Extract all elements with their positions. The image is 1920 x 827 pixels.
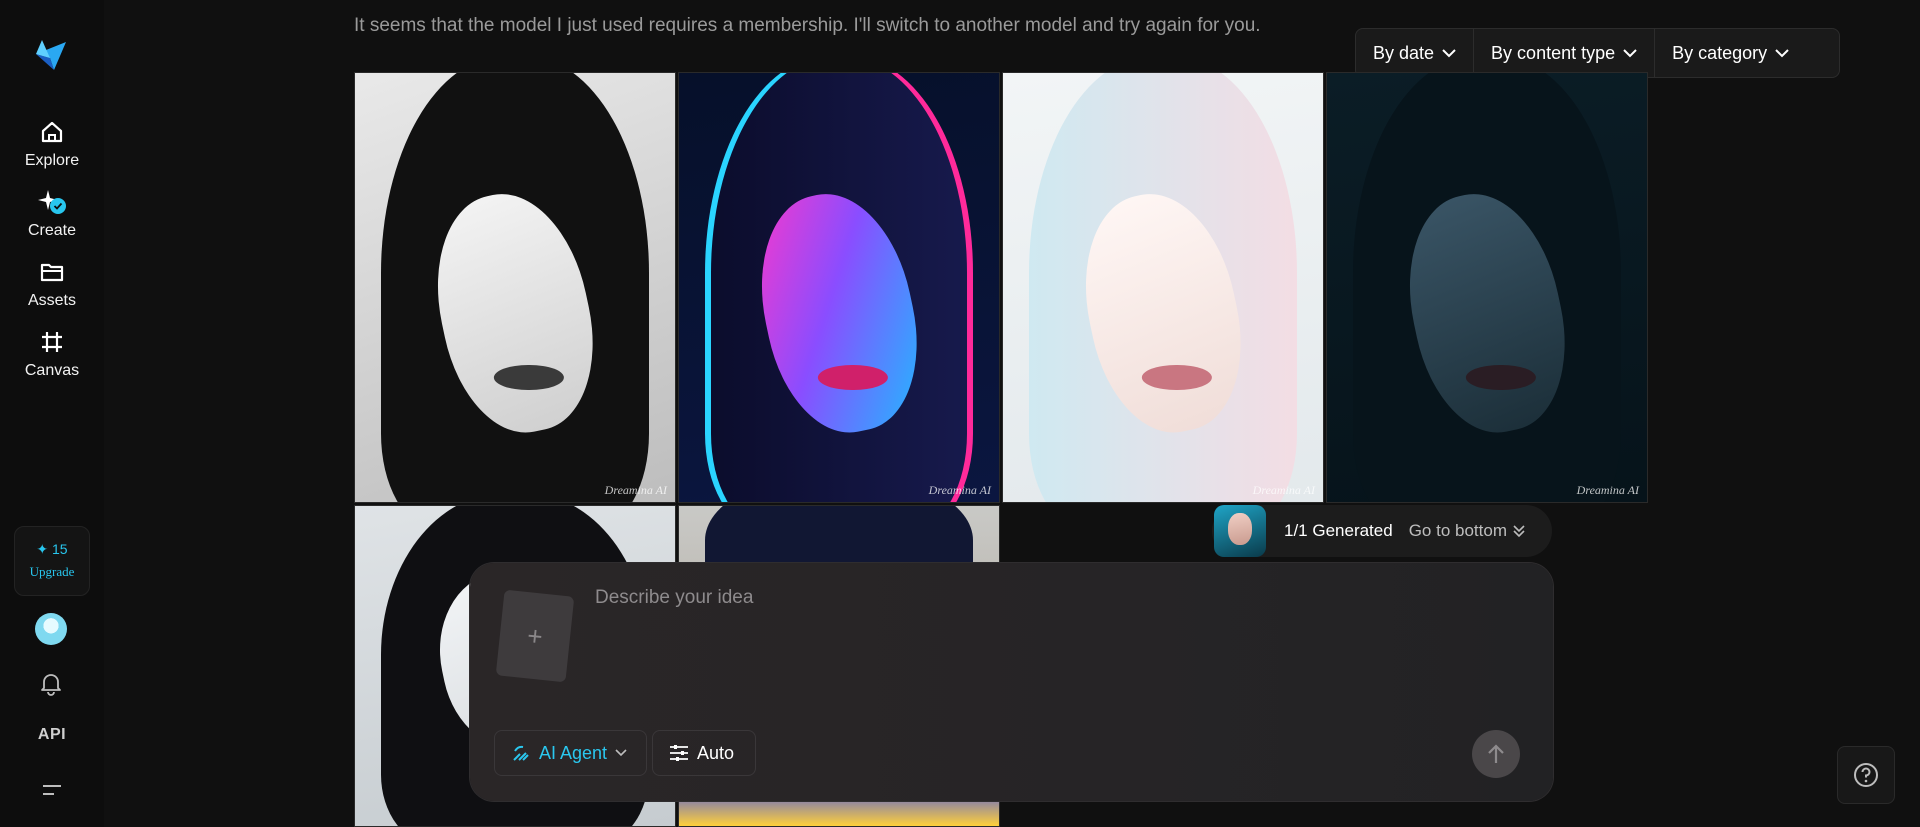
ai-agent-selector[interactable]: AI Agent xyxy=(494,730,647,776)
filter-by-category-label: By category xyxy=(1672,42,1768,63)
bell-icon[interactable] xyxy=(38,670,64,696)
sidebar: Explore Create Assets Canvas ✦ 15 Upgrad… xyxy=(0,0,104,827)
arrow-up-icon xyxy=(1488,744,1504,763)
upgrade-card[interactable]: ✦ 15 Upgrade xyxy=(14,526,90,596)
nav-assets[interactable]: Assets xyxy=(0,258,104,310)
menu-collapse-icon[interactable] xyxy=(40,780,64,800)
add-reference-button[interactable]: + xyxy=(495,589,575,683)
auto-label: Auto xyxy=(697,742,735,763)
watermark: Dreamina AI xyxy=(604,483,667,497)
prompt-composer: + Describe your idea AI Agent Auto xyxy=(470,563,1553,801)
create-sparkle-icon xyxy=(38,190,66,214)
generation-status-pill: 1/1 Generated Go to bottom xyxy=(1212,505,1552,557)
double-chevron-down-icon xyxy=(1513,525,1525,538)
go-to-bottom-label: Go to bottom xyxy=(1408,521,1507,540)
watermark: Dreamina AI xyxy=(1252,483,1315,497)
filter-by-category[interactable]: By category xyxy=(1654,29,1806,77)
api-link[interactable]: API xyxy=(0,726,104,744)
credits-icon: ✦ xyxy=(36,541,49,557)
credits-value: 15 xyxy=(52,541,68,557)
chevron-down-icon xyxy=(1442,49,1456,58)
nav-create[interactable]: Create xyxy=(0,188,104,240)
generated-image-2[interactable]: Dreamina AI xyxy=(678,72,1000,503)
help-icon xyxy=(1854,763,1878,787)
dreamina-logo-icon[interactable] xyxy=(32,36,70,74)
help-button[interactable] xyxy=(1837,746,1895,804)
auto-settings-button[interactable]: Auto xyxy=(652,730,756,776)
prompt-input[interactable]: Describe your idea xyxy=(595,587,753,609)
crop-frame-icon xyxy=(42,332,62,352)
generation-thumbnail[interactable] xyxy=(1214,505,1266,557)
avatar[interactable] xyxy=(35,613,67,645)
folder-icon xyxy=(40,263,64,282)
ai-agent-label: AI Agent xyxy=(539,742,608,763)
watermark: Dreamina AI xyxy=(1576,483,1639,497)
nav-create-label: Create xyxy=(27,222,77,239)
nav-explore[interactable]: Explore xyxy=(0,118,104,170)
chevron-down-icon xyxy=(615,749,627,757)
image-lips xyxy=(1465,364,1537,391)
plus-icon: + xyxy=(525,619,545,652)
nav-canvas[interactable]: Canvas xyxy=(0,328,104,380)
generated-image-3[interactable]: Dreamina AI xyxy=(1002,72,1324,503)
chevron-down-icon xyxy=(1623,49,1637,58)
sliders-icon xyxy=(670,745,688,761)
watermark: Dreamina AI xyxy=(928,483,991,497)
filter-by-content-type[interactable]: By content type xyxy=(1473,29,1654,77)
send-button[interactable] xyxy=(1472,730,1520,778)
credits-count: ✦ 15 xyxy=(15,541,89,558)
agent-wand-icon xyxy=(513,745,529,761)
chevron-down-icon xyxy=(1775,49,1789,58)
image-lips xyxy=(817,364,889,391)
filter-by-date[interactable]: By date xyxy=(1356,29,1473,77)
home-icon xyxy=(41,121,63,143)
go-to-bottom-button[interactable]: Go to bottom xyxy=(1409,521,1527,541)
filter-by-content-type-label: By content type xyxy=(1491,42,1616,63)
filter-bar: By date By content type By category xyxy=(1355,28,1840,78)
generated-image-1[interactable]: Dreamina AI xyxy=(354,72,676,503)
upgrade-label: Upgrade xyxy=(29,564,75,579)
nav-canvas-label: Canvas xyxy=(24,362,80,379)
generated-image-4[interactable]: Dreamina AI xyxy=(1326,72,1648,503)
image-lips xyxy=(493,364,565,391)
nav-assets-label: Assets xyxy=(27,292,76,309)
filter-by-date-label: By date xyxy=(1373,42,1435,63)
image-lips xyxy=(1141,364,1213,391)
generation-status: 1/1 Generated xyxy=(1284,521,1393,540)
assistant-message: It seems that the model I just used requ… xyxy=(354,15,1261,36)
nav-explore-label: Explore xyxy=(24,152,80,169)
